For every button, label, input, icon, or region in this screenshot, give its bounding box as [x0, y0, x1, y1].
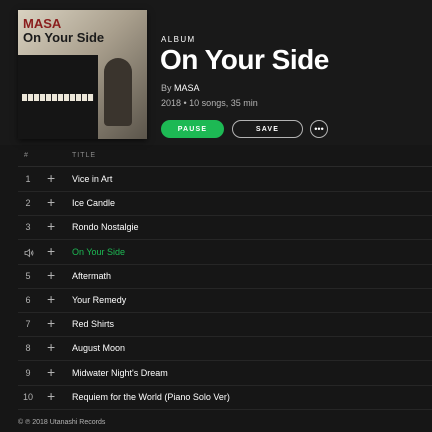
album-meta: 2018 • 10 songs, 35 min — [161, 98, 258, 108]
album-type-label: ALBUM — [161, 35, 196, 44]
track-title: On Your Side — [72, 246, 126, 257]
track-row[interactable]: 1 + Vice in Art — [0, 168, 432, 192]
track-number: 3 — [25, 222, 31, 233]
save-button[interactable]: SAVE — [232, 120, 303, 138]
add-track-icon[interactable]: + — [47, 340, 55, 354]
album-header: MASA On Your Side ALBUM On Your Side By … — [0, 0, 432, 145]
add-track-icon[interactable]: + — [47, 268, 55, 282]
column-number: # — [24, 152, 28, 159]
add-track-icon[interactable]: + — [47, 171, 55, 185]
track-title: August Moon — [72, 343, 126, 354]
byline-prefix: By — [161, 83, 172, 93]
add-track-icon[interactable]: + — [47, 389, 55, 403]
add-track-icon[interactable]: + — [47, 292, 55, 306]
track-row[interactable]: 3 + Rondo Nostalgie — [0, 216, 432, 241]
track-number: 9 — [25, 367, 31, 378]
add-track-icon[interactable]: + — [47, 195, 55, 209]
track-title: Requiem for the World (Piano Solo Ver) — [72, 391, 230, 402]
track-number: 1 — [25, 174, 31, 184]
track-row[interactable]: 2 + Ice Candle — [0, 192, 432, 217]
pause-button[interactable]: PAUSE — [161, 120, 224, 138]
add-track-icon[interactable]: + — [47, 316, 55, 330]
track-title: Ice Candle — [72, 198, 116, 209]
cover-keys-art — [22, 94, 94, 101]
speaker-icon — [24, 248, 34, 257]
add-track-icon[interactable]: + — [47, 244, 55, 258]
cover-title: MASA On Your Side — [23, 17, 104, 45]
track-number: 5 — [25, 270, 31, 281]
track-number: 2 — [25, 198, 31, 209]
album-title: On Your Side — [160, 44, 329, 75]
add-track-icon[interactable]: + — [47, 365, 55, 379]
track-row[interactable]: 7 + Red Shirts — [0, 313, 432, 338]
artist-link[interactable]: MASA — [174, 83, 200, 93]
track-number: 10 — [22, 391, 33, 402]
track-row[interactable]: 6 + Your Remedy — [0, 289, 432, 313]
byline: By MASA — [161, 83, 200, 93]
track-number: 6 — [25, 295, 31, 305]
cover-artist-text: MASA — [23, 16, 62, 31]
album-cover[interactable]: MASA On Your Side — [18, 10, 147, 139]
track-row[interactable]: 9 + Midwater Night's Dream — [0, 362, 432, 386]
track-title: Midwater Night's Dream — [72, 367, 168, 378]
track-row[interactable]: 10 + Requiem for the World (Piano Solo Ver… — [0, 386, 432, 410]
track-title: Your Remedy — [72, 295, 127, 305]
cover-person-art — [104, 58, 132, 126]
track-row[interactable]: 8 + August Moon — [0, 337, 432, 362]
header-divider — [18, 166, 432, 167]
column-title[interactable]: TITLE — [72, 152, 96, 159]
track-row[interactable]: + On Your Side — [0, 241, 432, 265]
track-title: Aftermath — [72, 270, 112, 281]
row-divider — [18, 408, 432, 410]
more-options-button[interactable]: ••• — [310, 120, 328, 138]
track-title: Rondo Nostalgie — [72, 222, 139, 233]
track-title: Red Shirts — [72, 319, 115, 330]
add-track-icon[interactable]: + — [47, 219, 55, 233]
track-number: 8 — [25, 343, 31, 354]
track-row[interactable]: 5 + Aftermath — [0, 265, 432, 289]
cover-album-text: On Your Side — [23, 30, 105, 45]
track-title: Vice in Art — [72, 174, 113, 184]
copyright: © ℗ 2018 Utanashi Records — [18, 419, 106, 426]
tracklist-header: # TITLE — [0, 150, 432, 164]
track-number: 7 — [25, 319, 31, 330]
